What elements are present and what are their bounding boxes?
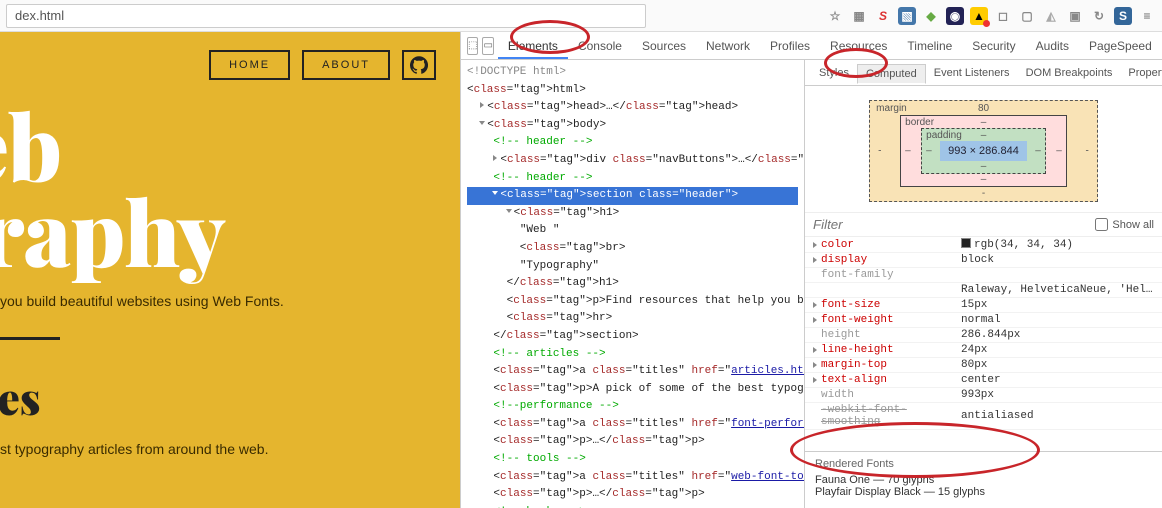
browser-urlbar: ☆ ▦ S ▧ ◆ ◉ ▲ ◻ ▢ ◭ ▣ ↻ S ≡ — [0, 0, 1162, 32]
computed-prop-row[interactable]: font-weightnormal — [805, 313, 1162, 328]
sidebar-tabs: StylesComputedEvent ListenersDOM Breakpo… — [805, 60, 1162, 86]
elements-line[interactable]: <class="tag">head>…</class="tag">head> — [467, 99, 798, 117]
elements-line[interactable]: <class="tag">p>…</class="tag">p> — [467, 486, 798, 504]
computed-prop-row[interactable]: line-height24px — [805, 343, 1162, 358]
devtools-tab-audits[interactable]: Audits — [1026, 35, 1079, 57]
elements-line[interactable]: "Web " — [467, 222, 798, 240]
a-alert-icon[interactable]: ▲ — [970, 7, 988, 25]
elements-tree[interactable]: <!DOCTYPE html><class="tag">html> <class… — [461, 60, 804, 508]
square1-icon[interactable]: ▢ — [1018, 7, 1036, 25]
devtools-tab-console[interactable]: Console — [568, 35, 632, 57]
devtools-tab-pagespeed[interactable]: PageSpeed — [1079, 35, 1162, 57]
rendered-fonts: Rendered Fonts Fauna One — 70 glyphs Pla… — [805, 451, 1162, 508]
menu-icon[interactable]: ≡ — [1138, 7, 1156, 25]
elements-line[interactable]: <!--performance --> — [467, 398, 798, 416]
diamond-icon[interactable]: ◆ — [922, 7, 940, 25]
cloud-icon[interactable]: ◭ — [1042, 7, 1060, 25]
device-icon[interactable]: ▭ — [482, 37, 493, 55]
grid-icon[interactable]: ▦ — [850, 7, 868, 25]
elements-line[interactable]: <class="tag">body> — [467, 117, 798, 135]
computed-properties[interactable]: colorrgb(34, 34, 34)displayblockfont-fam… — [805, 237, 1162, 451]
elements-line[interactable]: <!-- articles --> — [467, 346, 798, 364]
hero-heading: Web ography — [0, 102, 460, 273]
elements-line[interactable]: <class="tag">p>Find resources that help … — [467, 293, 798, 311]
devtools-tab-timeline[interactable]: Timeline — [897, 35, 962, 57]
nav-home-button[interactable]: HOME — [209, 50, 290, 80]
s-icon[interactable]: S — [874, 7, 892, 25]
filter-row: Show all — [805, 212, 1162, 237]
computed-prop-row[interactable]: font-family — [805, 268, 1162, 283]
elements-line[interactable]: <class="tag">hr> — [467, 310, 798, 328]
box-model: margin 80 - - - border – – – – — [805, 86, 1162, 212]
box-model-content: 993 × 286.844 — [940, 141, 1027, 161]
devtools-tab-security[interactable]: Security — [962, 35, 1025, 57]
computed-prop-row[interactable]: Raleway, HelveticaNeue, 'Helvetica Neue'… — [805, 283, 1162, 298]
star-icon[interactable]: ☆ — [826, 7, 844, 25]
sidebar-tab-properties[interactable]: Properties — [1120, 64, 1162, 82]
devtools-tab-network[interactable]: Network — [696, 35, 760, 57]
sidebar-tab-event-listeners[interactable]: Event Listeners — [926, 64, 1018, 82]
computed-prop-row[interactable]: margin-top80px — [805, 358, 1162, 373]
sidebar-tab-styles[interactable]: Styles — [811, 64, 857, 82]
cycle-icon[interactable]: ↻ — [1090, 7, 1108, 25]
computed-prop-row[interactable]: width993px — [805, 388, 1162, 403]
computed-prop-row[interactable]: colorrgb(34, 34, 34) — [805, 237, 1162, 253]
devtools-tab-profiles[interactable]: Profiles — [760, 35, 820, 57]
devtools-sidebar: StylesComputedEvent ListenersDOM Breakpo… — [804, 60, 1162, 508]
computed-prop-row[interactable]: text-aligncenter — [805, 373, 1162, 388]
s-box-icon[interactable]: S — [1114, 7, 1132, 25]
site-nav: HOME ABOUT — [209, 50, 436, 80]
url-input[interactable] — [6, 4, 646, 28]
divider — [0, 337, 60, 340]
elements-line[interactable]: <!-- header --> — [467, 170, 798, 188]
sidebar-tab-dom-breakpoints[interactable]: DOM Breakpoints — [1018, 64, 1121, 82]
computed-prop-row[interactable]: displayblock — [805, 253, 1162, 268]
elements-line[interactable]: <!-- tools --> — [467, 451, 798, 469]
computed-prop-row[interactable]: -webkit-font-smoothingantialiased — [805, 403, 1162, 430]
nav-about-button[interactable]: ABOUT — [302, 50, 390, 80]
section-heading-articles: Articles — [0, 368, 460, 427]
elements-line[interactable]: <!-- books --> — [467, 504, 798, 508]
inspect-icon[interactable]: ⬚ — [467, 37, 478, 55]
section-sub-articles: st typography articles from around the w… — [0, 441, 460, 457]
elements-line[interactable]: <class="tag">a class="titles" href="arti… — [467, 363, 798, 381]
rendered-page: HOME ABOUT Web ography you build beautif… — [0, 32, 460, 508]
devtools-toolbar: ⬚ ▭ ElementsConsoleSourcesNetworkProfile… — [461, 32, 1162, 60]
elements-line[interactable]: <class="tag">div class="navButtons">…</c… — [467, 152, 798, 170]
elements-line[interactable]: <!-- header --> — [467, 134, 798, 152]
elements-line[interactable]: <class="tag">html> — [467, 82, 798, 100]
rendered-font-row: Playfair Display Black — 15 glyphs — [815, 486, 1152, 498]
bluebox-icon[interactable]: ▧ — [898, 7, 916, 25]
devtools: ⬚ ▭ ElementsConsoleSourcesNetworkProfile… — [460, 32, 1162, 508]
elements-line[interactable]: <class="tag">p>A pick of some of the bes… — [467, 381, 798, 399]
devtools-tab-resources[interactable]: Resources — [820, 35, 897, 57]
show-all-checkbox[interactable]: Show all — [1095, 218, 1154, 231]
elements-line[interactable]: <class="tag">p>…</class="tag">p> — [467, 433, 798, 451]
devtools-tab-sources[interactable]: Sources — [632, 35, 696, 57]
square2-icon[interactable]: ▣ — [1066, 7, 1084, 25]
hero-subtitle: you build beautiful websites using Web F… — [0, 293, 460, 309]
filter-input[interactable] — [813, 217, 913, 232]
swirl-icon[interactable]: ◉ — [946, 7, 964, 25]
extension-icons: ☆ ▦ S ▧ ◆ ◉ ▲ ◻ ▢ ◭ ▣ ↻ S ≡ — [826, 7, 1156, 25]
computed-prop-row[interactable]: height286.844px — [805, 328, 1162, 343]
rendered-font-row: Fauna One — 70 glyphs — [815, 474, 1152, 486]
elements-line[interactable]: <class="tag">a class="titles" href="font… — [467, 416, 798, 434]
elements-line[interactable]: </class="tag">h1> — [467, 275, 798, 293]
elements-line[interactable]: <!DOCTYPE html> — [467, 64, 798, 82]
chat-icon[interactable]: ◻ — [994, 7, 1012, 25]
elements-line[interactable]: <class="tag">section class="header"> — [467, 187, 798, 205]
elements-line[interactable]: <class="tag">h1> — [467, 205, 798, 223]
sidebar-tab-computed[interactable]: Computed — [857, 64, 926, 84]
elements-line[interactable]: <class="tag">a class="titles" href="web-… — [467, 469, 798, 487]
elements-line[interactable]: <class="tag">br> — [467, 240, 798, 258]
github-icon[interactable] — [402, 50, 436, 80]
elements-line[interactable]: "Typography" — [467, 258, 798, 276]
computed-prop-row[interactable]: font-size15px — [805, 298, 1162, 313]
elements-line[interactable]: </class="tag">section> — [467, 328, 798, 346]
devtools-tab-elements[interactable]: Elements — [498, 35, 568, 59]
